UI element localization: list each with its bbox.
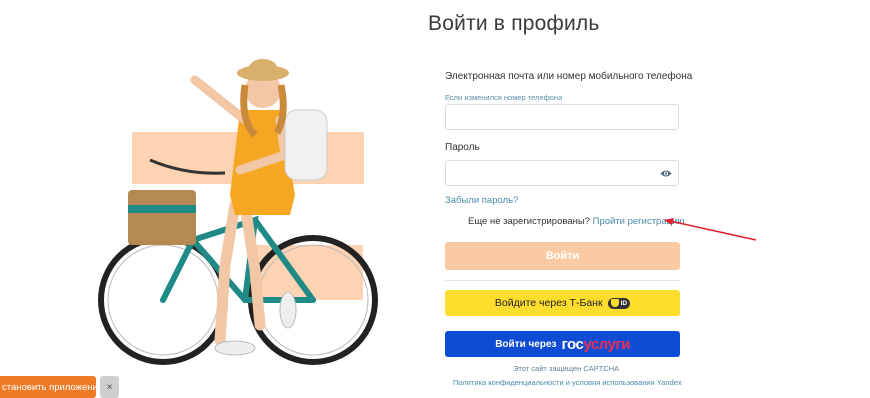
forgot-password-link[interactable]: Забыли пароль? xyxy=(445,195,518,206)
email-field[interactable] xyxy=(445,104,679,130)
hero-illustration xyxy=(95,55,395,375)
tbank-shield-icon xyxy=(610,299,619,307)
email-hint: Если изменился номер телефона xyxy=(445,93,563,102)
login-button[interactable]: Войти xyxy=(445,242,680,270)
password-field[interactable] xyxy=(445,160,679,186)
install-close-button[interactable]: × xyxy=(100,376,119,398)
gosuslugi-login-button[interactable]: Войти через госуслуги xyxy=(445,331,680,357)
not-registered-text: Еще не зарегистрированы? xyxy=(468,216,590,227)
email-label: Электронная почта или номер мобильного т… xyxy=(445,71,693,82)
gosuslugi-logo: госуслуги xyxy=(561,335,631,353)
privacy-link[interactable]: Политика конфиденциальности и условия ис… xyxy=(453,378,682,387)
password-label: Пароль xyxy=(445,142,480,153)
register-row: Еще не зарегистрированы? Пройти регистра… xyxy=(468,216,685,227)
annotation-arrow xyxy=(664,218,757,241)
tbank-id-text: ID xyxy=(620,299,628,307)
divider xyxy=(445,280,680,281)
tbank-button-label: Войдите через Т-Банк xyxy=(494,297,603,309)
eye-icon[interactable] xyxy=(660,168,672,179)
gos-button-prefix: Войти через xyxy=(495,338,557,350)
page-title: Войти в профиль xyxy=(428,12,600,35)
tbank-id-badge: ID xyxy=(607,297,631,309)
install-app-button[interactable]: становить приложение xyxy=(0,376,96,398)
captcha-note: Этот сайт защищен CAPTCHA xyxy=(513,364,620,373)
tbank-login-button[interactable]: Войдите через Т-Банк ID xyxy=(445,290,680,316)
